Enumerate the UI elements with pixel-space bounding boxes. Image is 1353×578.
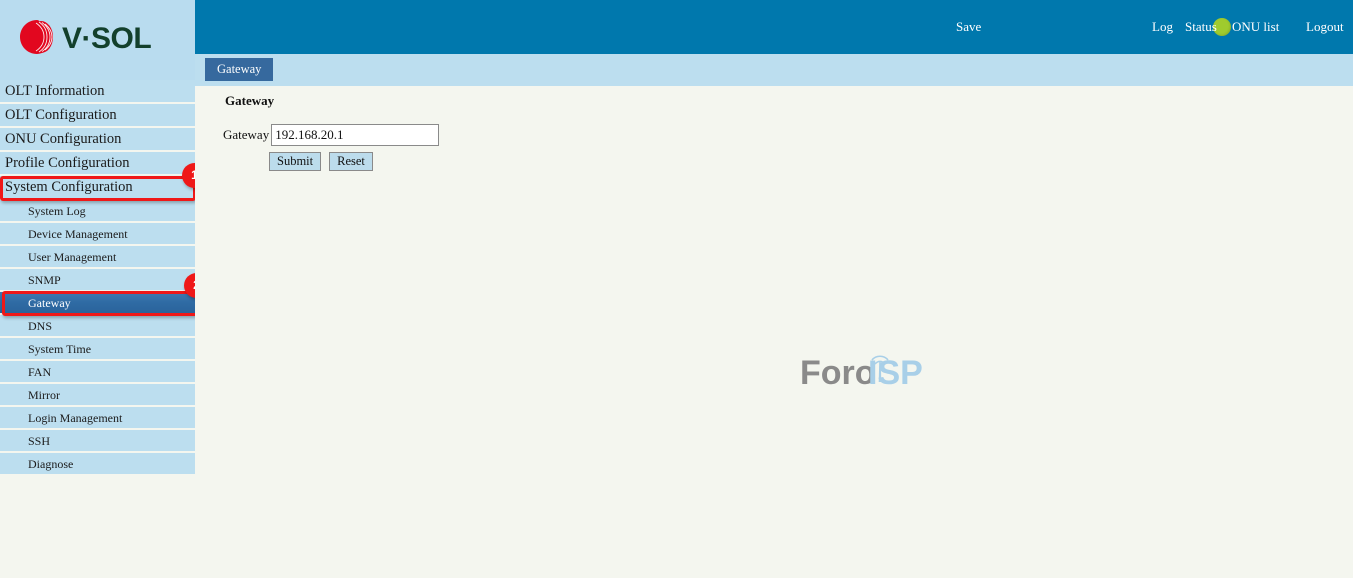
status-link[interactable]: Status <box>1185 19 1217 35</box>
sidebar-item-label: Profile Configuration <box>5 155 130 171</box>
sidebar-item-gateway[interactable]: Gateway <box>0 292 195 315</box>
sidebar-item-user-management[interactable]: User Management <box>0 246 195 269</box>
tab-strip: Gateway <box>195 54 1353 86</box>
sidebar-item-label: Diagnose <box>28 457 74 471</box>
gateway-input[interactable] <box>271 124 440 146</box>
sidebar-item-label: Device Management <box>28 227 128 241</box>
top-header-bar: Save Log Status ONU list Logout <box>195 0 1353 54</box>
reset-button[interactable]: Reset <box>329 152 373 171</box>
sidebar-item-ssh[interactable]: SSH <box>0 430 195 453</box>
sidebar-item-dns[interactable]: DNS <box>0 315 195 338</box>
foroisp-watermark: Foro ISP <box>800 354 923 392</box>
form-button-row: Submit Reset <box>269 152 377 171</box>
sidebar-item-fan[interactable]: FAN <box>0 361 195 384</box>
sidebar-item-mirror[interactable]: Mirror <box>0 384 195 407</box>
sidebar-item-system-configuration[interactable]: System Configuration <box>0 176 195 200</box>
sidebar-item-label: SSH <box>28 434 51 448</box>
sidebar-item-label: Mirror <box>28 388 60 402</box>
sidebar-item-onu-configuration[interactable]: ONU Configuration <box>0 128 195 152</box>
vsol-globe-icon <box>20 20 53 54</box>
sidebar-item-label: ONU Configuration <box>5 131 122 147</box>
svg-text:ISP: ISP <box>868 354 923 392</box>
gateway-field-label: Gateway <box>223 127 270 142</box>
svg-text:Foro: Foro <box>800 354 876 392</box>
log-link[interactable]: Log <box>1152 19 1173 35</box>
onu-list-link[interactable]: ONU list <box>1232 19 1279 35</box>
sidebar-item-system-log[interactable]: System Log <box>0 200 195 223</box>
sidebar-item-snmp[interactable]: SNMP <box>0 269 195 292</box>
submit-button[interactable]: Submit <box>269 152 322 171</box>
sidebar-item-label: Gateway <box>28 296 71 310</box>
sidebar-item-system-time[interactable]: System Time <box>0 338 195 361</box>
tab-gateway[interactable]: Gateway <box>205 58 274 81</box>
sidebar-navigation: OLT Information OLT Configuration ONU Conf… <box>0 80 195 476</box>
sidebar-item-label: Login Management <box>28 411 123 425</box>
sidebar-item-olt-configuration[interactable]: OLT Configuration <box>0 104 195 128</box>
logout-link[interactable]: Logout <box>1306 19 1344 35</box>
sidebar-item-label: OLT Configuration <box>5 107 117 123</box>
page-title: Gateway <box>225 93 275 108</box>
sidebar-item-profile-configuration[interactable]: Profile Configuration <box>0 152 195 176</box>
sidebar-item-device-management[interactable]: Device Management <box>0 223 195 246</box>
sidebar-item-diagnose[interactable]: Diagnose <box>0 453 195 476</box>
sidebar-item-label: System Configuration <box>5 179 133 195</box>
sidebar-item-label: System Log <box>28 204 86 218</box>
main-content-area: Gateway Gateway Submit Reset Foro ISP <box>195 86 1353 578</box>
sidebar-item-label: System Time <box>28 342 92 356</box>
sidebar-item-label: SNMP <box>28 273 61 287</box>
sidebar-item-label: DNS <box>28 319 53 333</box>
logo-wordmark: V·SOL <box>62 22 152 55</box>
logo-panel: V·SOL <box>0 0 195 80</box>
gateway-form-row: Gateway <box>223 124 440 146</box>
sidebar-item-login-management[interactable]: Login Management <box>0 407 195 430</box>
sidebar-item-label: User Management <box>28 250 117 264</box>
save-button[interactable]: Save <box>956 19 981 35</box>
sidebar-item-olt-information[interactable]: OLT Information <box>0 80 195 104</box>
sidebar-item-label: FAN <box>28 365 52 379</box>
sidebar-item-label: OLT Information <box>5 83 105 99</box>
